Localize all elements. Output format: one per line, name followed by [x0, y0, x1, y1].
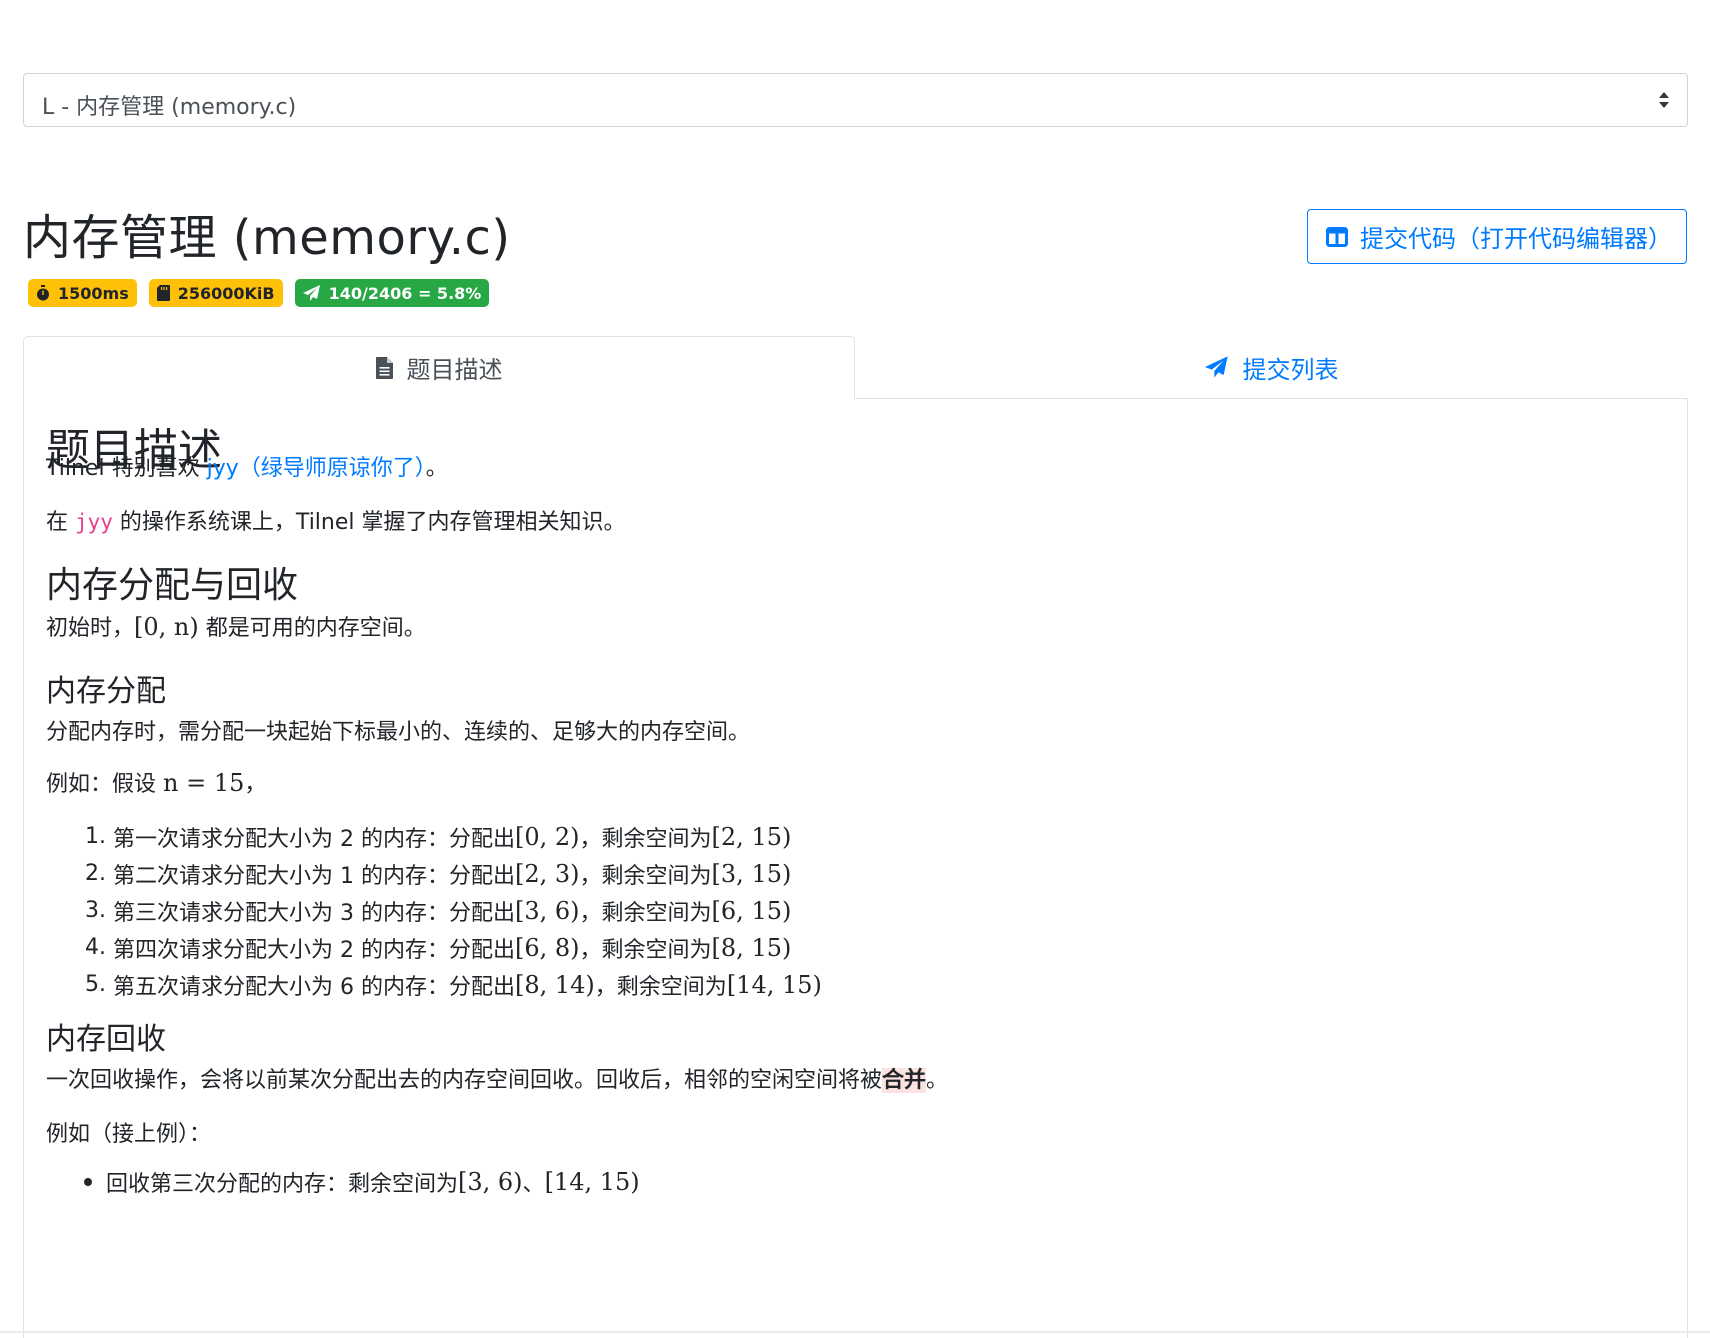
tab-submissions-label: 提交列表	[1242, 355, 1339, 384]
intro-paragraph: Tilnel 特别喜欢 jyy（绿导师原谅你了）。	[46, 456, 448, 481]
submit-code-button[interactable]: 提交代码（打开代码编辑器）	[1307, 209, 1687, 264]
stopwatch-icon	[37, 285, 49, 301]
background-paragraph: 在 jyy 的操作系统课上，Tilnel 掌握了内存管理相关知识。	[46, 510, 626, 535]
acceptance-badge: 140/2406 = 5.8%	[294, 279, 490, 307]
sd-card-icon	[156, 285, 170, 301]
list-item: 5. 第五次请求分配大小为 6 的内存：分配出 [8, 14) ，剩余空间为 [1…	[85, 970, 822, 1000]
alloc-example-intro: 例如：假设 n = 15，	[46, 769, 267, 797]
file-text-icon	[375, 356, 393, 379]
math-n: n = 15	[163, 769, 245, 797]
alloc-description: 分配内存时，需分配一块起始下标最小的、连续的、足够大的内存空间。	[46, 720, 751, 745]
time-limit-badge: 1500ms	[28, 279, 137, 307]
memory-limit-badge: 256000KiB	[148, 279, 283, 307]
memory-limit-value: 256000KiB	[177, 283, 275, 303]
list-item: 3. 第三次请求分配大小为 3 的内存：分配出 [3, 6) ，剩余空间为 [6,…	[85, 896, 792, 926]
tab-description[interactable]: 题目描述	[23, 336, 855, 399]
paper-plane-icon	[302, 285, 320, 301]
inline-code: jyy	[75, 510, 113, 534]
alloc-steps-list: 1. 第一次请求分配大小为 2 的内存：分配出 [0, 2) ，剩余空间为 [2,…	[82, 818, 822, 1003]
select-arrows-icon	[1659, 92, 1669, 108]
problem-badges: 1500ms 256000KiB 140/2406 = 5.8%	[28, 279, 490, 307]
acceptance-value: 140/2406 = 5.8%	[328, 283, 482, 303]
tab-submissions[interactable]: 提交列表	[855, 336, 1688, 398]
list-item: 1. 第一次请求分配大小为 2 的内存：分配出 [0, 2) ，剩余空间为 [2,…	[85, 822, 792, 852]
initial-state-paragraph: 初始时，[0, n) 都是可用的内存空间。	[46, 613, 426, 641]
problem-tabs: 题目描述 提交列表	[23, 336, 1688, 399]
free-steps-list: 回收第三次分配的内存：剩余空间为 [3, 6)、 [14, 15)	[82, 1166, 640, 1198]
free-example-intro: 例如（接上例）：	[46, 1122, 212, 1147]
list-item: 4. 第四次请求分配大小为 2 的内存：分配出 [6, 8) ，剩余空间为 [8,…	[85, 933, 792, 963]
free-description: 一次回收操作，会将以前某次分配出去的内存空间回收。回收后，相邻的空闲空间将被合并…	[46, 1068, 949, 1093]
math-range: [0, n)	[134, 613, 199, 641]
problem-content-panel: 题目描述 Tilnel 特别喜欢 jyy（绿导师原谅你了）。 在 jyy 的操作…	[23, 398, 1688, 1338]
list-item: 回收第三次分配的内存：剩余空间为 [3, 6)、 [14, 15)	[82, 1166, 640, 1198]
problem-title: 内存管理 (memory.c)	[23, 210, 511, 266]
time-limit-value: 1500ms	[58, 283, 129, 303]
section-heading-alloc-free: 内存分配与回收	[46, 565, 299, 606]
columns-icon	[1326, 226, 1348, 247]
tab-description-label: 题目描述	[406, 356, 503, 384]
problem-select-value: L - 内存管理 (memory.c)	[42, 95, 297, 120]
subsection-heading-alloc: 内存分配	[46, 674, 166, 709]
submit-code-label: 提交代码（打开代码编辑器）	[1360, 225, 1672, 253]
jyy-link[interactable]: jyy（绿导师原谅你了）	[207, 456, 426, 481]
problem-select[interactable]: L - 内存管理 (memory.c)	[23, 73, 1688, 127]
highlighted-term: 合并	[882, 1068, 927, 1093]
bullet-icon	[84, 1178, 92, 1186]
subsection-heading-free: 内存回收	[46, 1022, 166, 1057]
list-item: 2. 第二次请求分配大小为 1 的内存：分配出 [2, 3) ，剩余空间为 [3,…	[85, 859, 792, 889]
paper-plane-icon	[1204, 356, 1228, 378]
